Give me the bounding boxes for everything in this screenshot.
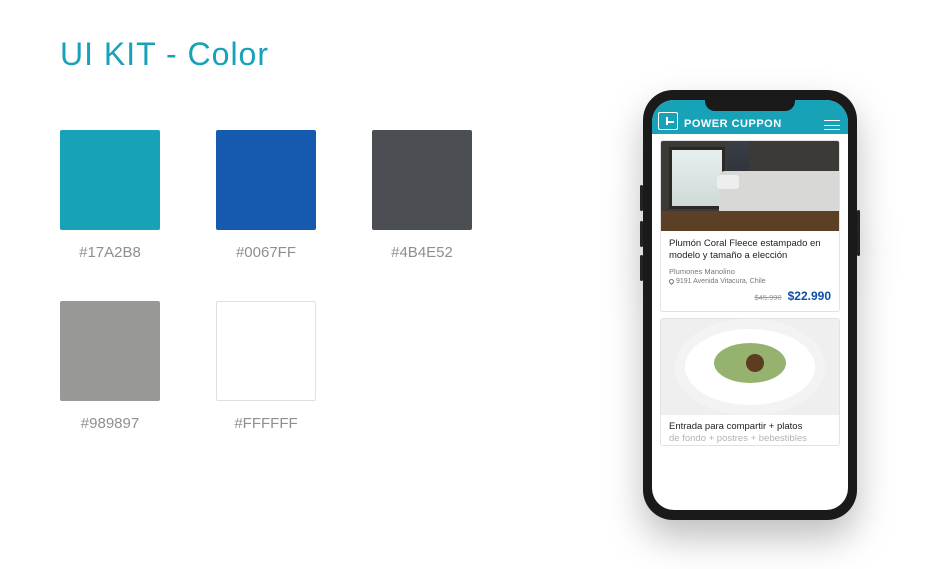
swatch-box-teal	[60, 130, 160, 230]
swatch-label-gray: #989897	[81, 415, 139, 432]
swatch-box-blue	[216, 130, 316, 230]
brand-name: POWER CUPPON	[684, 118, 818, 130]
price-original: $45.990	[754, 293, 781, 302]
swatch-label-dark: #4B4E52	[391, 244, 453, 261]
location-pin-icon	[668, 278, 675, 285]
swatch-blue: #0067FF	[216, 130, 316, 261]
deal-location-text: 9191 Avenida Vitacura, Chile	[676, 278, 766, 285]
deal-title: Plumón Coral Fleece estampado en modelo …	[669, 238, 831, 262]
swatch-label-teal: #17A2B8	[79, 244, 141, 261]
swatch-row-1: #17A2B8 #0067FF #4B4E52	[60, 130, 560, 261]
price-discounted: $22.990	[788, 289, 831, 303]
color-swatches-grid: #17A2B8 #0067FF #4B4E52 #989897 #FFFFFF	[60, 130, 560, 472]
brand-logo-icon[interactable]	[658, 112, 678, 130]
deal-card-2[interactable]: Entrada para compartir + platos de fondo…	[660, 318, 840, 446]
deal-image-bedroom	[661, 141, 839, 231]
swatch-dark: #4B4E52	[372, 130, 472, 261]
deal-location: 9191 Avenida Vitacura, Chile	[669, 278, 831, 285]
price-row: $45.990 $22.990	[669, 289, 831, 303]
deal-vendor: Plumones Manolino	[669, 267, 831, 276]
phone-screen: POWER CUPPON Plumón Coral Fleece estampa…	[652, 100, 848, 510]
feed: Plumón Coral Fleece estampado en modelo …	[652, 134, 848, 452]
swatch-box-dark	[372, 130, 472, 230]
phone-frame: POWER CUPPON Plumón Coral Fleece estampa…	[643, 90, 857, 520]
swatch-box-gray	[60, 301, 160, 401]
page-title: UI KIT - Color	[60, 36, 269, 73]
phone-mockup: POWER CUPPON Plumón Coral Fleece estampa…	[643, 90, 857, 520]
swatch-box-white	[216, 301, 316, 401]
menu-icon[interactable]	[824, 120, 840, 130]
swatch-teal: #17A2B8	[60, 130, 160, 261]
deal-card-body: Plumón Coral Fleece estampado en modelo …	[661, 231, 839, 311]
swatch-gray: #989897	[60, 301, 160, 432]
deal-2-title-line1: Entrada para compartir + platos	[669, 421, 831, 433]
swatch-row-2: #989897 #FFFFFF	[60, 301, 560, 432]
swatch-label-white: #FFFFFF	[234, 415, 297, 432]
swatch-white: #FFFFFF	[216, 301, 316, 432]
deal-card-2-body: Entrada para compartir + platos de fondo…	[661, 415, 839, 445]
deal-image-food	[661, 319, 839, 415]
swatch-label-blue: #0067FF	[236, 244, 296, 261]
deal-2-title-line2: de fondo + postres + bebestibles	[669, 433, 831, 445]
phone-notch	[705, 97, 795, 111]
deal-card-1[interactable]: Plumón Coral Fleece estampado en modelo …	[660, 140, 840, 312]
